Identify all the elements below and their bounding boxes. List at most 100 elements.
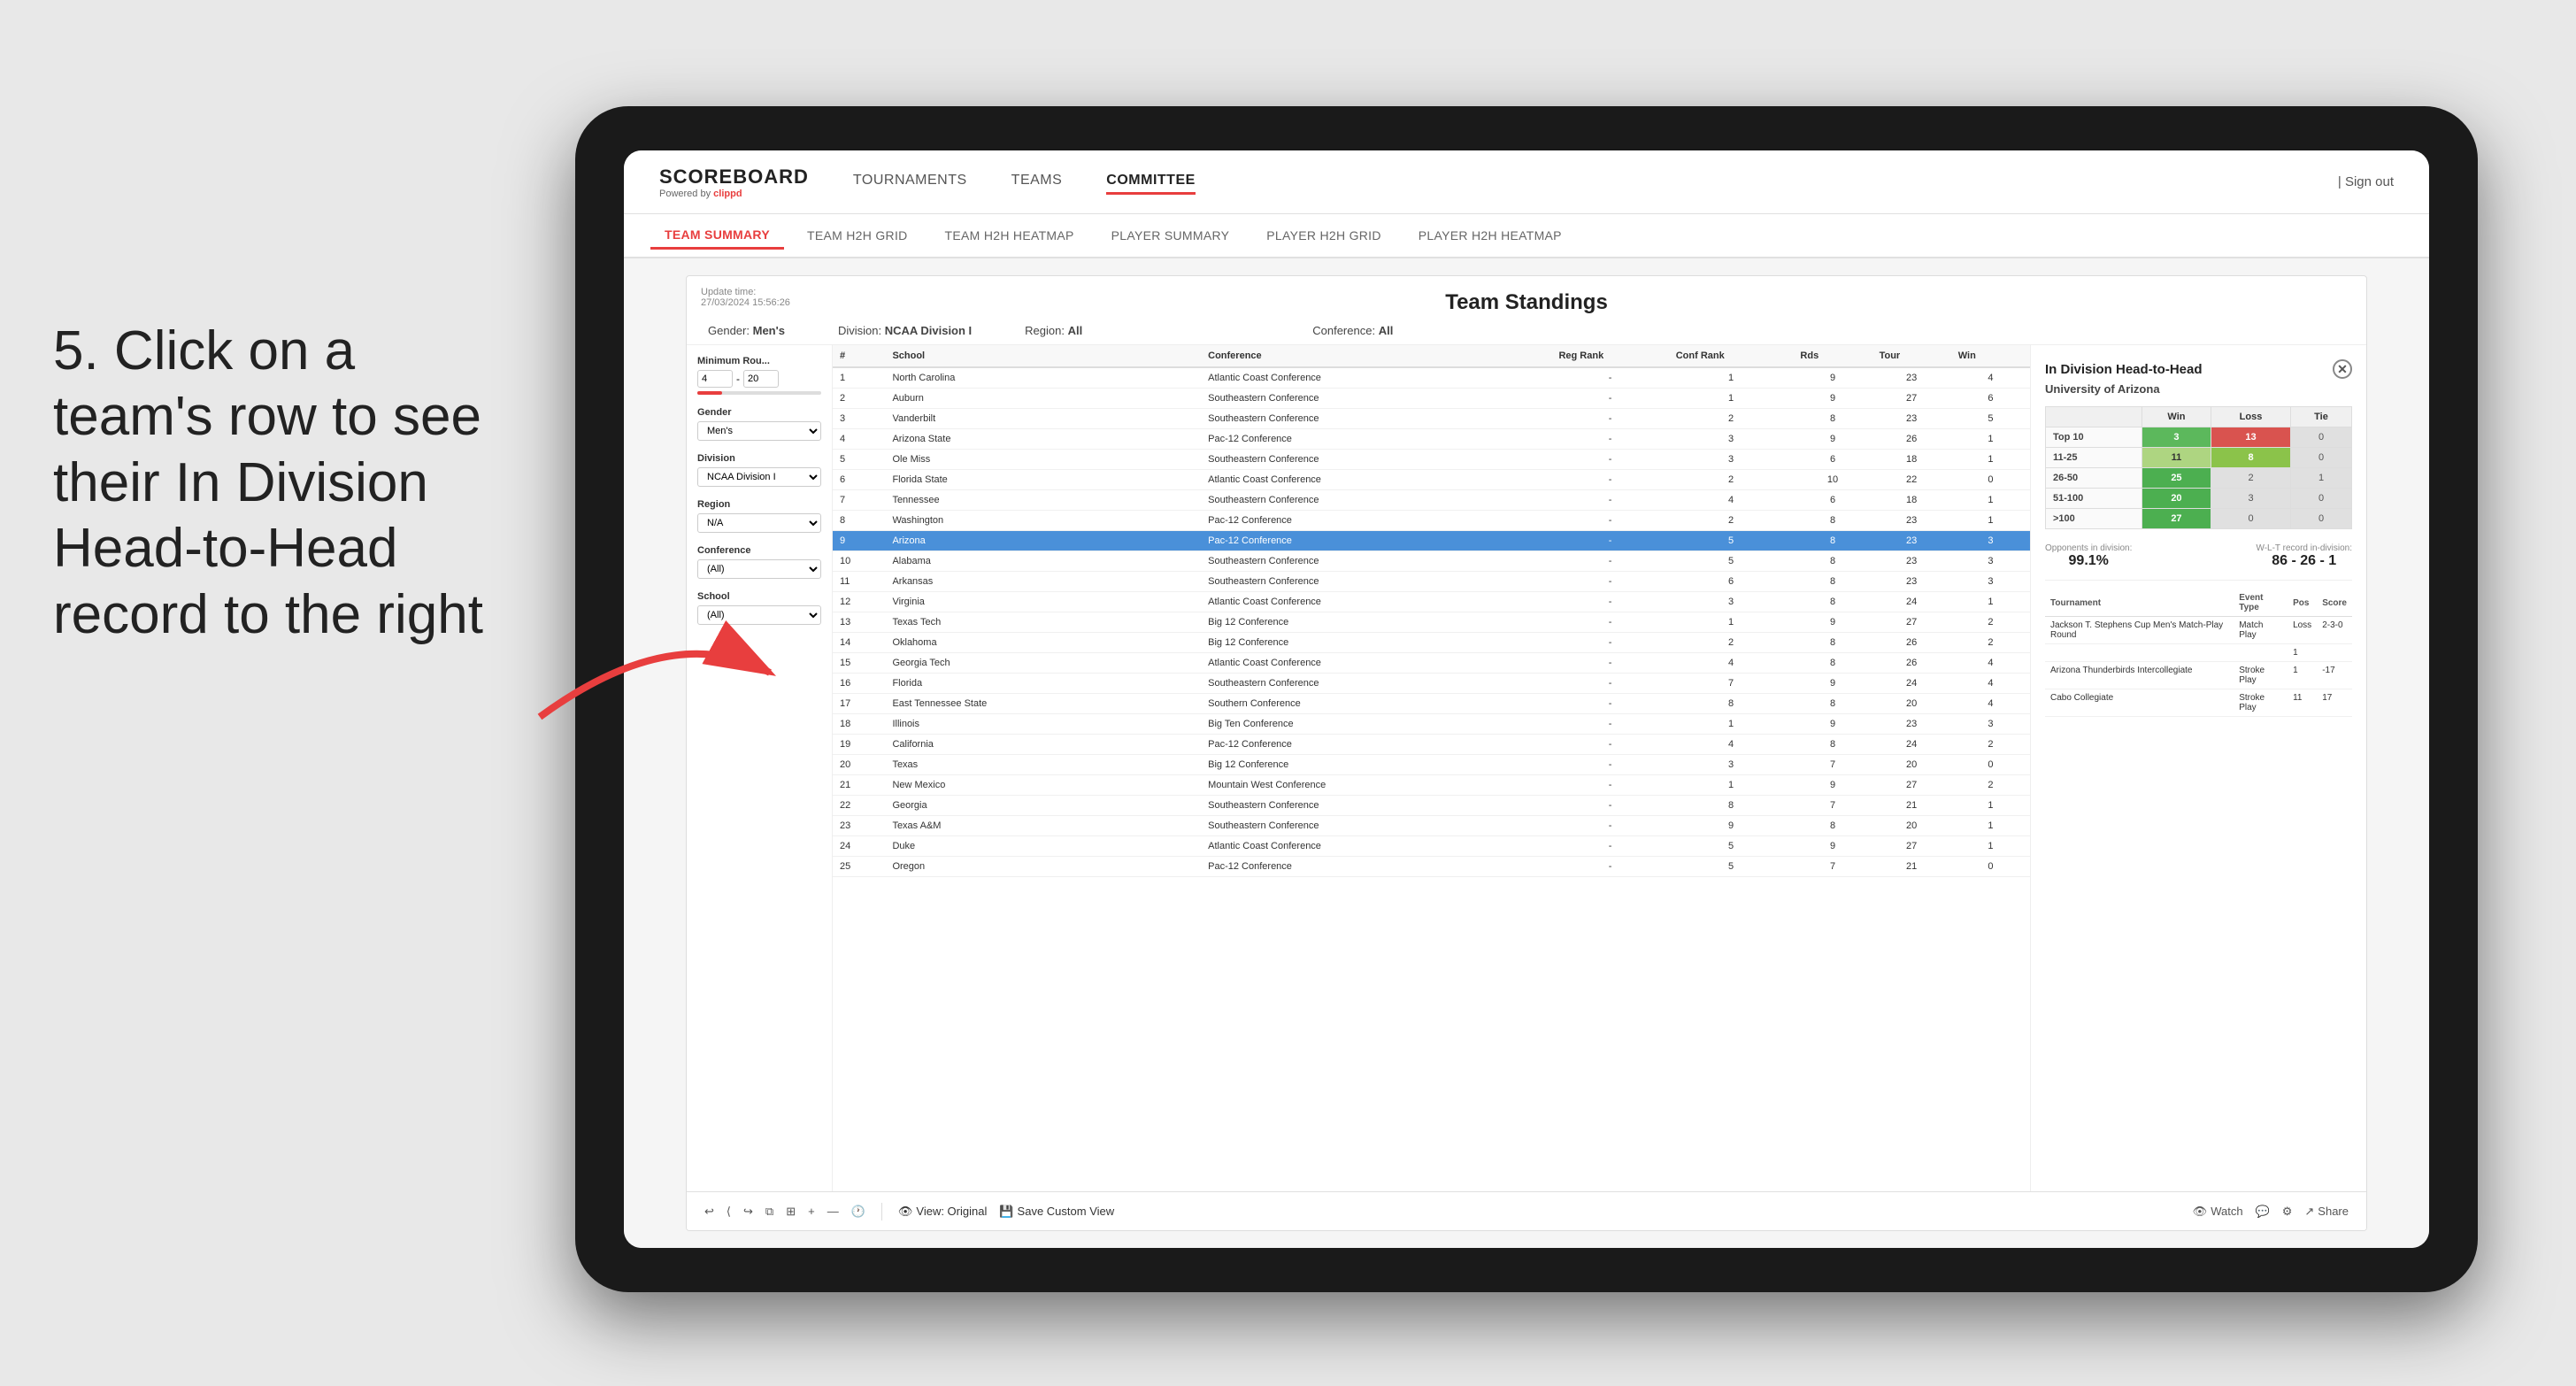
table-row[interactable]: 23 Texas A&M Southeastern Conference - 9… [833,816,2030,836]
table-row[interactable]: 17 East Tennessee State Southern Confere… [833,694,2030,714]
copy-button[interactable]: ⧉ [765,1205,773,1219]
save-icon: 💾 [999,1205,1013,1219]
table-row[interactable]: 1 North Carolina Atlantic Coast Conferen… [833,367,2030,389]
cell-conference: Pac-12 Conference [1201,857,1551,877]
conference-select[interactable]: (All) [697,559,821,579]
table-row[interactable]: 13 Texas Tech Big 12 Conference - 1 9 27… [833,612,2030,633]
table-row[interactable]: 19 California Pac-12 Conference - 4 8 24… [833,735,2030,755]
h2h-tournament-row: Cabo Collegiate Stroke Play 11 17 [2045,689,2352,717]
table-row[interactable]: 6 Florida State Atlantic Coast Conferenc… [833,470,2030,490]
table-row[interactable]: 16 Florida Southeastern Conference - 7 9… [833,674,2030,694]
step-back-button[interactable]: ⟨ [727,1205,731,1219]
sub-nav-team-h2h-heatmap[interactable]: TEAM H2H HEATMAP [931,223,1088,248]
h2h-record-label: W-L-T record in-division: [2256,543,2352,553]
nav-tournaments[interactable]: TOURNAMENTS [853,169,967,195]
cell-tour: 27 [1872,775,1951,796]
grid-button[interactable]: ⊞ [786,1205,796,1219]
table-row[interactable]: 20 Texas Big 12 Conference - 3 7 20 0 [833,755,2030,775]
cell-conf-rank: 3 [1669,450,1794,470]
h2h-tie-cell: 0 [2291,509,2352,529]
undo-button[interactable]: ↩ [704,1205,714,1219]
tourn-name: Cabo Collegiate [2045,689,2234,717]
update-label: Update time: [701,287,790,297]
table-row[interactable]: 10 Alabama Southeastern Conference - 5 8… [833,551,2030,572]
cell-conf-rank: 3 [1669,592,1794,612]
cell-reg-rank: - [1551,531,1668,551]
cell-conference: Southeastern Conference [1201,450,1551,470]
table-row[interactable]: 7 Tennessee Southeastern Conference - 4 … [833,490,2030,511]
cell-tour: 23 [1872,572,1951,592]
cell-school: Arizona [885,531,1201,551]
table-row[interactable]: 14 Oklahoma Big 12 Conference - 2 8 26 2 [833,633,2030,653]
rounds-slider[interactable] [697,391,821,395]
redo-button[interactable]: ↪ [743,1205,753,1219]
nav-committee[interactable]: COMMITTEE [1106,169,1196,195]
table-row[interactable]: 15 Georgia Tech Atlantic Coast Conferenc… [833,653,2030,674]
cell-rds: 10 [1793,470,1872,490]
view-original-button[interactable]: 👁 View: Original [898,1205,987,1219]
sign-out-button[interactable]: | Sign out [2338,174,2394,189]
table-row[interactable]: 3 Vanderbilt Southeastern Conference - 2… [833,409,2030,429]
col-tour: Tour [1872,345,1951,367]
cell-win: 2 [1951,775,2030,796]
table-row[interactable]: 8 Washington Pac-12 Conference - 2 8 23 … [833,511,2030,531]
cell-reg-rank: - [1551,511,1668,531]
cell-conf-rank: 7 [1669,674,1794,694]
cell-school: Auburn [885,389,1201,409]
cell-win: 4 [1951,367,2030,389]
clock-button[interactable]: 🕐 [851,1205,865,1219]
tourn-type: Stroke Play [2234,662,2288,689]
share-button[interactable]: ↗ Share [2304,1205,2349,1219]
col-school: School [885,345,1201,367]
col-rds: Rds [1793,345,1872,367]
min-rounds-min-input[interactable] [697,370,733,388]
sub-nav-team-h2h-grid[interactable]: TEAM H2H GRID [793,223,922,248]
cell-conference: Southeastern Conference [1201,816,1551,836]
nav-teams[interactable]: TEAMS [1011,169,1063,195]
cell-school: Arkansas [885,572,1201,592]
watch-button[interactable]: 👁 Watch [2193,1205,2243,1219]
add-button[interactable]: + [808,1205,815,1218]
min-rounds-max-input[interactable] [743,370,779,388]
cell-tour: 26 [1872,429,1951,450]
h2h-opponents-label: Opponents in division: [2045,543,2132,553]
table-row[interactable]: 21 New Mexico Mountain West Conference -… [833,775,2030,796]
table-row[interactable]: 2 Auburn Southeastern Conference - 1 9 2… [833,389,2030,409]
tourn-name [2045,644,2234,662]
settings-button[interactable]: ⚙ [2282,1205,2293,1219]
sub-nav-team-summary[interactable]: TEAM SUMMARY [650,222,784,250]
table-row[interactable]: 9 Arizona Pac-12 Conference - 5 8 23 3 [833,531,2030,551]
division-filter: Division: NCAA Division I [838,324,972,337]
cell-conference: Pac-12 Conference [1201,429,1551,450]
sub-nav-player-h2h-grid[interactable]: PLAYER H2H GRID [1252,223,1396,248]
table-row[interactable]: 11 Arkansas Southeastern Conference - 6 … [833,572,2030,592]
tooltip-button[interactable]: 💬 [2256,1205,2270,1219]
cell-tour: 20 [1872,755,1951,775]
table-row[interactable]: 4 Arizona State Pac-12 Conference - 3 9 … [833,429,2030,450]
cell-win: 1 [1951,490,2030,511]
division-select[interactable]: NCAA Division I [697,467,821,487]
cell-rank: 21 [833,775,885,796]
table-row[interactable]: 18 Illinois Big Ten Conference - 1 9 23 … [833,714,2030,735]
region-select[interactable]: N/A [697,513,821,533]
tourn-type: Match Play [2234,617,2288,644]
dash-button[interactable]: — [827,1205,839,1218]
save-custom-button[interactable]: 💾 Save Custom View [999,1205,1114,1219]
gender-select[interactable]: Men's [697,421,821,441]
tourn-pos: 1 [2288,662,2317,689]
h2h-tourn-col-score: Score [2317,589,2352,617]
table-row[interactable]: 25 Oregon Pac-12 Conference - 5 7 21 0 [833,857,2030,877]
table-row[interactable]: 22 Georgia Southeastern Conference - 8 7… [833,796,2030,816]
school-label: School [697,591,821,602]
table-row[interactable]: 24 Duke Atlantic Coast Conference - 5 9 … [833,836,2030,857]
sub-nav-player-summary[interactable]: PLAYER SUMMARY [1097,223,1244,248]
cell-school: California [885,735,1201,755]
sub-nav-player-h2h-heatmap[interactable]: PLAYER H2H HEATMAP [1404,223,1576,248]
h2h-close-button[interactable]: ✕ [2333,359,2352,379]
cell-conference: Southeastern Conference [1201,551,1551,572]
cell-conference: Southern Conference [1201,694,1551,714]
table-row[interactable]: 12 Virginia Atlantic Coast Conference - … [833,592,2030,612]
standings-table: # School Conference Reg Rank Conf Rank R… [833,345,2030,877]
cell-reg-rank: - [1551,674,1668,694]
table-row[interactable]: 5 Ole Miss Southeastern Conference - 3 6… [833,450,2030,470]
